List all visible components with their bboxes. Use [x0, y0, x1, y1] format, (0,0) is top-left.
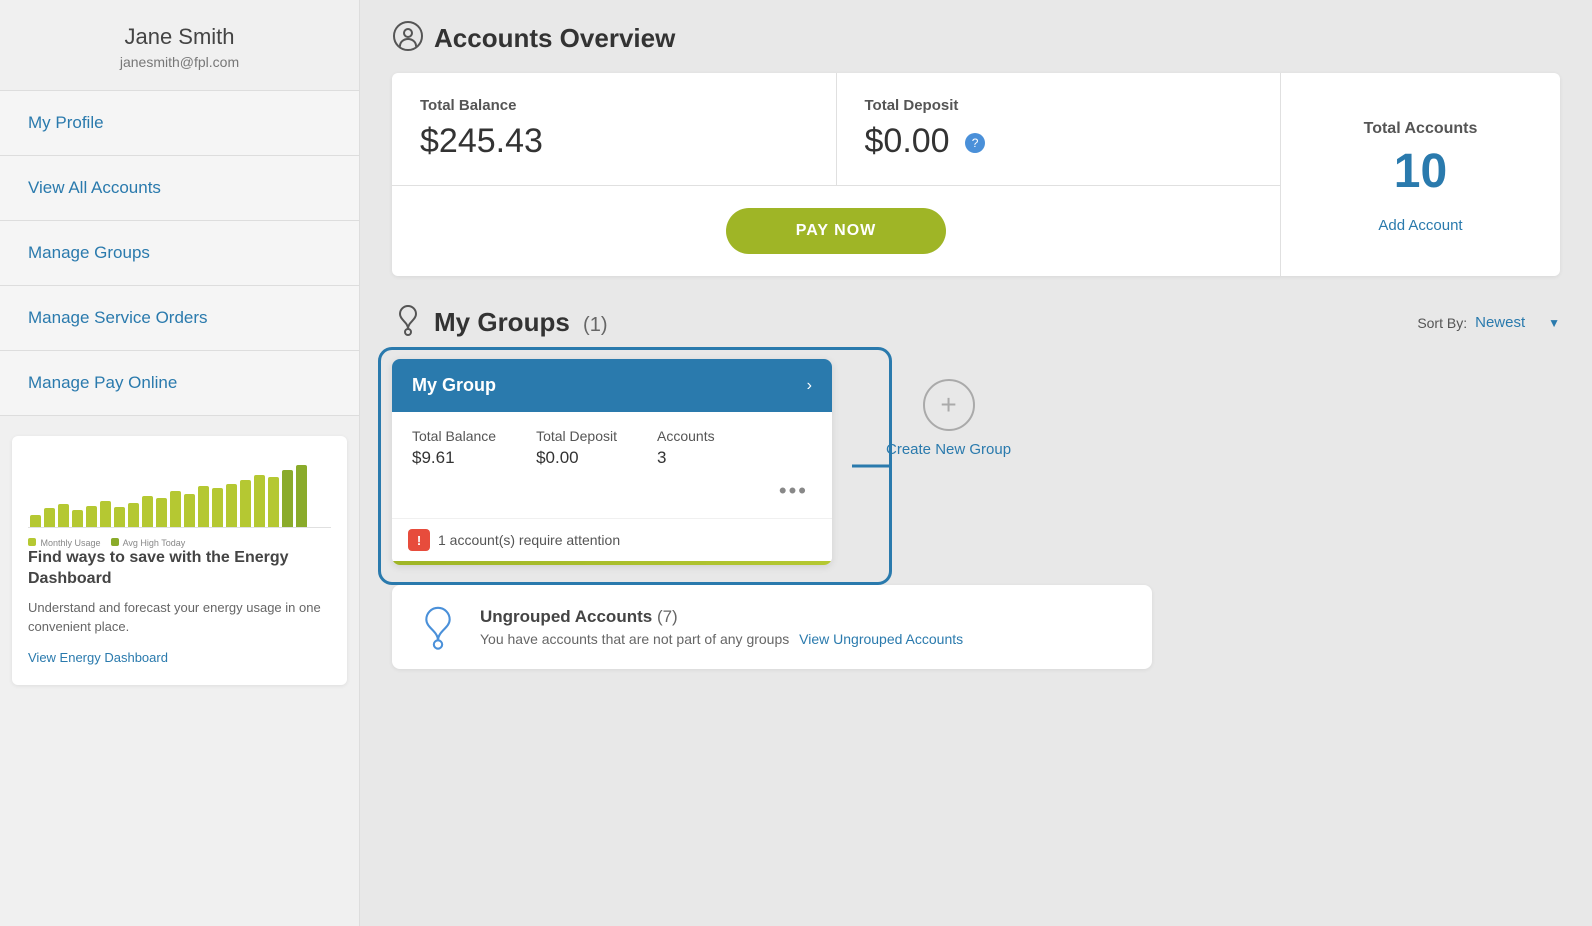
legend-monthly-usage: Monthly Usage	[28, 538, 101, 548]
my-groups-icon	[392, 304, 424, 341]
add-account-link[interactable]: Add Account	[1378, 217, 1462, 234]
view-energy-dashboard-link[interactable]: View Energy Dashboard	[28, 650, 168, 665]
total-deposit-cell: Total Deposit $0.00 ?	[837, 73, 1281, 185]
accounts-overview-icon	[392, 20, 424, 57]
energy-widget-title: Find ways to save with the Energy Dashbo…	[28, 548, 331, 590]
group-accounts-stat: Accounts 3	[657, 428, 715, 468]
my-groups-title: My Groups (1)	[434, 307, 607, 338]
ungrouped-desc: You have accounts that are not part of a…	[480, 631, 963, 647]
deposit-help-icon[interactable]: ?	[965, 133, 985, 153]
pay-now-row: PAY NOW	[392, 186, 1280, 276]
total-balance-label: Total Balance	[420, 97, 808, 114]
group-balance-stat: Total Balance $9.61	[412, 428, 496, 468]
accounts-overview-title: Accounts Overview	[434, 23, 675, 54]
attention-icon: !	[408, 529, 430, 551]
sidebar-item-manage-pay-online[interactable]: Manage Pay Online	[0, 351, 359, 416]
accounts-overview-card: Total Balance $245.43 Total Deposit $0.0…	[392, 73, 1560, 276]
total-balance-cell: Total Balance $245.43	[392, 73, 837, 185]
group-deposit-value: $0.00	[536, 448, 617, 468]
total-accounts-label: Total Accounts	[1364, 120, 1478, 138]
group-deposit-stat: Total Deposit $0.00	[536, 428, 617, 468]
view-ungrouped-accounts-link[interactable]: View Ungrouped Accounts	[799, 631, 963, 647]
manage-pay-online-link[interactable]: Manage Pay Online	[28, 373, 177, 392]
chart-legend: Monthly Usage Avg High Today	[28, 538, 331, 548]
groups-header-row: My Groups (1) Sort By: Newest Oldest Nam…	[392, 304, 1560, 341]
overview-left-panel: Total Balance $245.43 Total Deposit $0.0…	[392, 73, 1280, 276]
create-new-group-link[interactable]: Create New Group	[886, 441, 1011, 458]
group-card-body: Total Balance $9.61 Total Deposit $0.00 …	[392, 412, 832, 518]
more-options-row: •••	[412, 474, 812, 506]
ungrouped-title: Ungrouped Accounts (7)	[480, 607, 963, 627]
pay-now-button[interactable]: PAY NOW	[726, 208, 947, 254]
accounts-overview-header: Accounts Overview	[392, 20, 1560, 57]
sort-select-wrap[interactable]: Newest Oldest Name A-Z Name Z-A ▼	[1475, 314, 1560, 331]
ungrouped-icon	[414, 603, 462, 651]
my-groups-section: My Groups (1) Sort By: Newest Oldest Nam…	[392, 304, 1560, 669]
sort-by-row: Sort By: Newest Oldest Name A-Z Name Z-A…	[1417, 314, 1560, 331]
more-options-button[interactable]: •••	[779, 480, 808, 502]
sidebar-item-my-profile[interactable]: My Profile	[0, 91, 359, 156]
my-profile-link[interactable]: My Profile	[28, 113, 104, 132]
total-balance-value: $245.43	[420, 122, 808, 161]
sidebar-item-view-all-accounts[interactable]: View All Accounts	[0, 156, 359, 221]
view-all-accounts-link[interactable]: View All Accounts	[28, 178, 161, 197]
balances-row: Total Balance $245.43 Total Deposit $0.0…	[392, 73, 1280, 186]
legend-avg-high: Avg High Today	[111, 538, 186, 548]
ungrouped-accounts-card: Ungrouped Accounts (7) You have accounts…	[392, 585, 1152, 669]
total-accounts-number: 10	[1394, 144, 1447, 199]
user-info-panel: Jane Smith janesmith@fpl.com	[0, 0, 359, 91]
group-deposit-label: Total Deposit	[536, 428, 617, 444]
group-card: My Group › Total Balance $9.61 Total Dep…	[392, 359, 832, 565]
group-card-header[interactable]: My Group ›	[392, 359, 832, 412]
total-deposit-label: Total Deposit	[865, 97, 1253, 114]
manage-groups-link[interactable]: Manage Groups	[28, 243, 150, 262]
group-accounts-label: Accounts	[657, 428, 715, 444]
group-card-chevron-icon: ›	[807, 377, 812, 395]
create-new-group-area[interactable]: + Create New Group	[856, 359, 1041, 478]
attention-text: 1 account(s) require attention	[438, 532, 620, 548]
group-balance-label: Total Balance	[412, 428, 496, 444]
total-deposit-value: $0.00 ?	[865, 122, 1253, 161]
energy-chart	[28, 448, 331, 528]
user-name: Jane Smith	[16, 24, 343, 50]
group-balance-value: $9.61	[412, 448, 496, 468]
card-accent-line	[392, 561, 832, 565]
user-email: janesmith@fpl.com	[16, 54, 343, 70]
manage-service-orders-link[interactable]: Manage Service Orders	[28, 308, 208, 327]
my-groups-header: My Groups (1)	[392, 304, 607, 341]
sort-select[interactable]: Newest Oldest Name A-Z Name Z-A	[1475, 314, 1562, 331]
group-accounts-value: 3	[657, 448, 715, 468]
group-stats-row: Total Balance $9.61 Total Deposit $0.00 …	[412, 428, 812, 468]
group-card-wrapper: My Group › Total Balance $9.61 Total Dep…	[392, 359, 832, 565]
create-group-plus-icon: +	[923, 379, 975, 431]
sort-by-label: Sort By:	[1417, 315, 1467, 331]
main-content: Accounts Overview Total Balance $245.43 …	[360, 0, 1592, 926]
sidebar-item-manage-service-orders[interactable]: Manage Service Orders	[0, 286, 359, 351]
sidebar-item-manage-groups[interactable]: Manage Groups	[0, 221, 359, 286]
group-card-title: My Group	[412, 375, 496, 396]
attention-row: ! 1 account(s) require attention	[392, 518, 832, 561]
ungrouped-text: Ungrouped Accounts (7) You have accounts…	[480, 607, 963, 647]
energy-dashboard-widget: Monthly Usage Avg High Today Find ways t…	[12, 436, 347, 685]
sidebar: Jane Smith janesmith@fpl.com My Profile …	[0, 0, 360, 926]
energy-widget-description: Understand and forecast your energy usag…	[28, 598, 331, 637]
overview-right-panel: Total Accounts 10 Add Account	[1280, 73, 1560, 276]
groups-grid: My Group › Total Balance $9.61 Total Dep…	[392, 359, 1560, 565]
